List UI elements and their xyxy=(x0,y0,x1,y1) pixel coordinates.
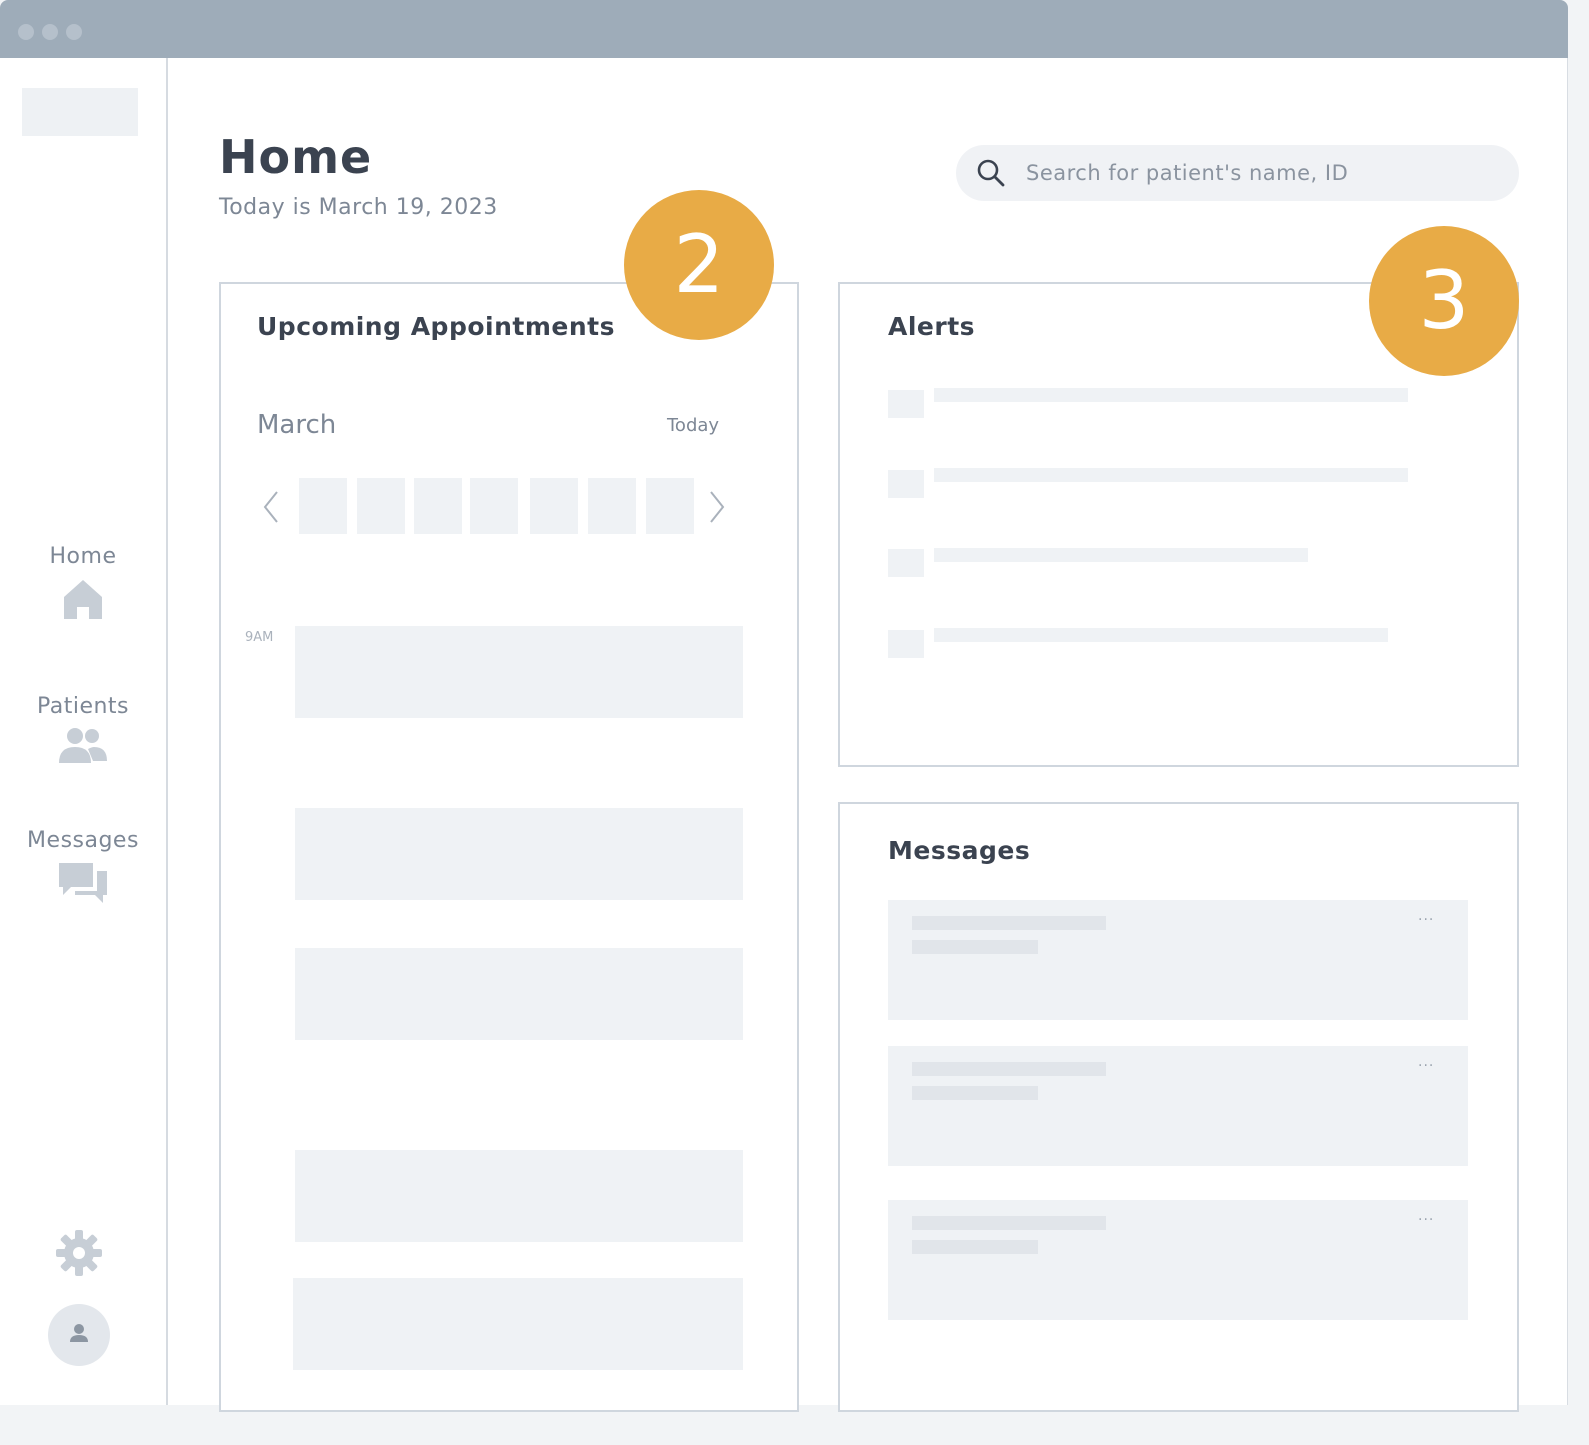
sidebar-item-label: Patients xyxy=(36,694,130,719)
alert-item-icon xyxy=(888,470,924,498)
messages-card: Messages ··· ··· ··· xyxy=(838,802,1519,1412)
patients-icon xyxy=(59,728,107,763)
today-button[interactable]: Today xyxy=(667,415,719,436)
calendar-day[interactable] xyxy=(588,478,636,534)
calendar-month: March xyxy=(257,410,337,440)
alert-item-icon xyxy=(888,549,924,577)
more-options-icon[interactable]: ··· xyxy=(1418,912,1434,928)
messages-title: Messages xyxy=(888,836,1031,865)
message-item[interactable]: ··· xyxy=(888,1046,1468,1166)
calendar-day[interactable] xyxy=(470,478,518,534)
sidebar-item-label: Messages xyxy=(27,828,139,853)
appointments-title: Upcoming Appointments xyxy=(257,312,615,341)
sidebar-item-home[interactable]: Home xyxy=(0,544,166,621)
appointments-card: Upcoming Appointments March Today 9AM xyxy=(219,282,799,1412)
message-sender-placeholder xyxy=(912,1216,1106,1230)
message-item[interactable]: ··· xyxy=(888,1200,1468,1320)
time-label: 9AM xyxy=(245,630,274,645)
message-sender-placeholder xyxy=(912,1062,1106,1076)
messages-icon xyxy=(59,863,107,903)
alert-item[interactable] xyxy=(934,628,1388,642)
alert-item[interactable] xyxy=(934,548,1308,562)
annotation-badge-2: 2 xyxy=(624,190,774,340)
appointment-slot[interactable] xyxy=(293,1278,743,1370)
sidebar-item-patients[interactable]: Patients xyxy=(0,694,166,765)
chevron-left-icon[interactable] xyxy=(261,490,281,524)
avatar[interactable] xyxy=(48,1304,110,1366)
window-maximize-dot[interactable] xyxy=(66,24,82,40)
window-minimize-dot[interactable] xyxy=(42,24,58,40)
alert-item[interactable] xyxy=(934,468,1408,482)
alert-item[interactable] xyxy=(934,388,1408,402)
calendar-day[interactable] xyxy=(646,478,694,534)
window-titlebar xyxy=(0,0,1568,58)
alert-item-icon xyxy=(888,630,924,658)
page-date: Today is March 19, 2023 xyxy=(219,195,498,220)
window-close-dot[interactable] xyxy=(18,24,34,40)
sidebar: Home Patients Messages xyxy=(0,58,168,1405)
message-preview-placeholder xyxy=(912,940,1038,954)
sidebar-item-label: Home xyxy=(49,544,117,569)
search-icon xyxy=(977,159,1005,187)
appointment-slot[interactable] xyxy=(295,948,743,1040)
gear-icon[interactable] xyxy=(54,1228,104,1278)
appointment-slot[interactable] xyxy=(295,808,743,900)
home-icon xyxy=(64,580,102,619)
user-icon xyxy=(70,1324,88,1342)
more-options-icon[interactable]: ··· xyxy=(1418,1058,1434,1074)
search-input[interactable] xyxy=(1026,145,1496,201)
window-frame: Home Patients Messages Home Today is Mar… xyxy=(0,0,1589,1445)
message-preview-placeholder xyxy=(912,1240,1038,1254)
search-bar[interactable] xyxy=(956,145,1519,201)
alert-item-icon xyxy=(888,390,924,418)
sidebar-item-messages[interactable]: Messages xyxy=(0,828,166,907)
page-title: Home xyxy=(219,130,373,184)
calendar-day[interactable] xyxy=(299,478,347,534)
calendar-day[interactable] xyxy=(357,478,405,534)
alerts-title: Alerts xyxy=(888,312,976,341)
chevron-right-icon[interactable] xyxy=(707,490,727,524)
more-options-icon[interactable]: ··· xyxy=(1418,1212,1434,1228)
annotation-badge-3: 3 xyxy=(1369,226,1519,376)
calendar-day[interactable] xyxy=(530,478,578,534)
message-sender-placeholder xyxy=(912,916,1106,930)
message-preview-placeholder xyxy=(912,1086,1038,1100)
message-item[interactable]: ··· xyxy=(888,900,1468,1020)
appointment-slot[interactable] xyxy=(295,626,743,718)
logo-placeholder xyxy=(22,88,138,136)
appointment-slot[interactable] xyxy=(295,1150,743,1242)
calendar-day[interactable] xyxy=(414,478,462,534)
